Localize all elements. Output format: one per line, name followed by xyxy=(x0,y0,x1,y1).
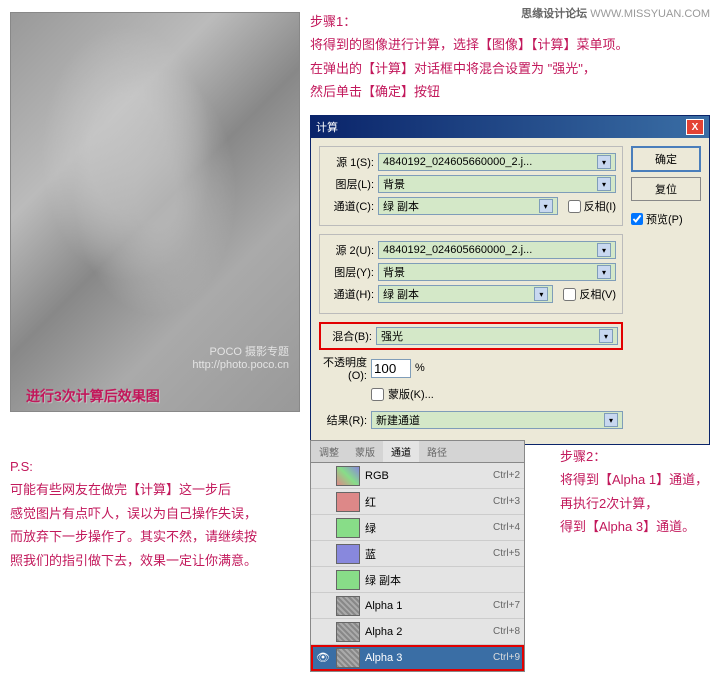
channel-row[interactable]: 绿 Ctrl+4 xyxy=(311,515,524,541)
channel-thumbnail xyxy=(336,544,360,564)
channel-name: 绿 xyxy=(365,520,488,536)
ps-note: P.S: 可能有些网友在做完【计算】这一步后 感觉图片有点吓人，误以为自己操作失… xyxy=(10,455,300,572)
preview-image: POCO 摄影专题 http://photo.poco.cn 进行3次计算后效果… xyxy=(10,12,300,412)
channel-name: 蓝 xyxy=(365,546,488,562)
dialog-title: 计算 xyxy=(316,119,338,135)
panel-tab[interactable]: 通道 xyxy=(383,441,419,462)
visibility-eye-icon[interactable] xyxy=(315,546,331,562)
source1-label: 源 1(S): xyxy=(326,154,374,170)
chevron-down-icon: ▾ xyxy=(597,155,611,169)
invert1-checkbox[interactable]: 反相(I) xyxy=(568,198,616,214)
reset-button[interactable]: 复位 xyxy=(631,177,701,201)
panel-tab[interactable]: 蒙版 xyxy=(347,441,383,462)
layer1-label: 图层(L): xyxy=(326,176,374,192)
visibility-eye-icon[interactable] xyxy=(315,624,331,640)
channel-row[interactable]: 红 Ctrl+3 xyxy=(311,489,524,515)
channel-shortcut: Ctrl+2 xyxy=(493,470,520,481)
channel-shortcut: Ctrl+9 xyxy=(493,652,520,663)
preview-caption: 进行3次计算后效果图 xyxy=(26,386,160,406)
percent-label: % xyxy=(415,362,425,374)
invert2-checkbox[interactable]: 反相(V) xyxy=(563,286,616,302)
channel-thumbnail xyxy=(336,518,360,538)
channel-name: Alpha 3 xyxy=(365,652,488,664)
channel-name: 绿 副本 xyxy=(365,572,515,588)
visibility-eye-icon[interactable]: 👁 xyxy=(315,650,331,666)
channel-row[interactable]: 蓝 Ctrl+5 xyxy=(311,541,524,567)
channels-panel: 调整蒙版通道路径 RGB Ctrl+2 红 Ctrl+3 绿 Ctrl+4 蓝 Ctrl+5 绿… xyxy=(310,440,525,672)
chevron-down-icon: ▾ xyxy=(597,265,611,279)
channel-thumbnail xyxy=(336,466,360,486)
opacity-label: 不透明度(O): xyxy=(319,354,367,382)
mask-checkbox[interactable]: 蒙版(K)... xyxy=(319,386,623,402)
channel-shortcut: Ctrl+3 xyxy=(493,496,520,507)
channel-name: Alpha 2 xyxy=(365,626,488,638)
channel2-label: 通道(H): xyxy=(326,286,374,302)
chevron-down-icon: ▾ xyxy=(597,243,611,257)
panel-tabs: 调整蒙版通道路径 xyxy=(311,441,524,463)
channel-row[interactable]: Alpha 1 Ctrl+7 xyxy=(311,593,524,619)
blend-row-highlight: 混合(B): 强光▾ xyxy=(319,322,623,350)
visibility-eye-icon[interactable] xyxy=(315,520,331,536)
channel1-label: 通道(C): xyxy=(326,198,374,214)
source1-file-select[interactable]: 4840192_024605660000_2.j...▾ xyxy=(378,153,616,171)
channel-row[interactable]: Alpha 2 Ctrl+8 xyxy=(311,619,524,645)
channel-shortcut: Ctrl+7 xyxy=(493,600,520,611)
channel-row[interactable]: 👁 Alpha 3 Ctrl+9 xyxy=(311,645,524,671)
channel-thumbnail xyxy=(336,492,360,512)
result-label: 结果(R): xyxy=(319,412,367,428)
source1-group: 源 1(S): 4840192_024605660000_2.j...▾ 图层(… xyxy=(319,146,623,226)
channel-thumbnail xyxy=(336,622,360,642)
result-select[interactable]: 新建通道▾ xyxy=(371,411,623,429)
chevron-down-icon: ▾ xyxy=(604,413,618,427)
channel-thumbnail xyxy=(336,648,360,668)
visibility-eye-icon[interactable] xyxy=(315,468,331,484)
step1-instructions: 步骤1： 将得到的图像进行计算，选择【图像】【计算】菜单项。 在弹出的【计算】对… xyxy=(310,10,670,104)
channel-name: 红 xyxy=(365,494,488,510)
channel-shortcut: Ctrl+4 xyxy=(493,522,520,533)
channel-thumbnail xyxy=(336,570,360,590)
dialog-titlebar[interactable]: 计算 X xyxy=(311,116,709,138)
close-button[interactable]: X xyxy=(686,119,704,135)
blend-label: 混合(B): xyxy=(324,328,372,344)
channel-thumbnail xyxy=(336,596,360,616)
panel-tab[interactable]: 调整 xyxy=(311,441,347,462)
panel-tab[interactable]: 路径 xyxy=(419,441,455,462)
chevron-down-icon: ▾ xyxy=(599,329,613,343)
channels-list: RGB Ctrl+2 红 Ctrl+3 绿 Ctrl+4 蓝 Ctrl+5 绿 副本 Alpha … xyxy=(311,463,524,671)
source2-label: 源 2(U): xyxy=(326,242,374,258)
visibility-eye-icon[interactable] xyxy=(315,494,331,510)
channel-shortcut: Ctrl+5 xyxy=(493,548,520,559)
preview-logo: POCO 摄影专题 http://photo.poco.cn xyxy=(192,343,289,371)
source1-channel-select[interactable]: 绿 副本▾ xyxy=(378,197,558,215)
blend-select[interactable]: 强光▾ xyxy=(376,327,618,345)
channel-name: RGB xyxy=(365,470,488,482)
chevron-down-icon: ▾ xyxy=(597,177,611,191)
chevron-down-icon: ▾ xyxy=(534,287,548,301)
source2-layer-select[interactable]: 背景▾ xyxy=(378,263,616,281)
calculations-dialog: 计算 X 源 1(S): 4840192_024605660000_2.j...… xyxy=(310,115,710,445)
source2-channel-select[interactable]: 绿 副本▾ xyxy=(378,285,553,303)
channel-name: Alpha 1 xyxy=(365,600,488,612)
visibility-eye-icon[interactable] xyxy=(315,572,331,588)
ok-button[interactable]: 确定 xyxy=(631,146,701,172)
layer2-label: 图层(Y): xyxy=(326,264,374,280)
source1-layer-select[interactable]: 背景▾ xyxy=(378,175,616,193)
source2-group: 源 2(U): 4840192_024605660000_2.j...▾ 图层(… xyxy=(319,234,623,314)
channel-shortcut: Ctrl+8 xyxy=(493,626,520,637)
opacity-input[interactable] xyxy=(371,359,411,378)
channel-row[interactable]: RGB Ctrl+2 xyxy=(311,463,524,489)
preview-checkbox[interactable]: 预览(P) xyxy=(631,211,701,227)
visibility-eye-icon[interactable] xyxy=(315,598,331,614)
chevron-down-icon: ▾ xyxy=(539,199,553,213)
source2-file-select[interactable]: 4840192_024605660000_2.j...▾ xyxy=(378,241,616,259)
step2-instructions: 步骤2： 将得到【Alpha 1】通道， 再执行2次计算， 得到【Alpha 3… xyxy=(560,445,715,539)
channel-row[interactable]: 绿 副本 xyxy=(311,567,524,593)
